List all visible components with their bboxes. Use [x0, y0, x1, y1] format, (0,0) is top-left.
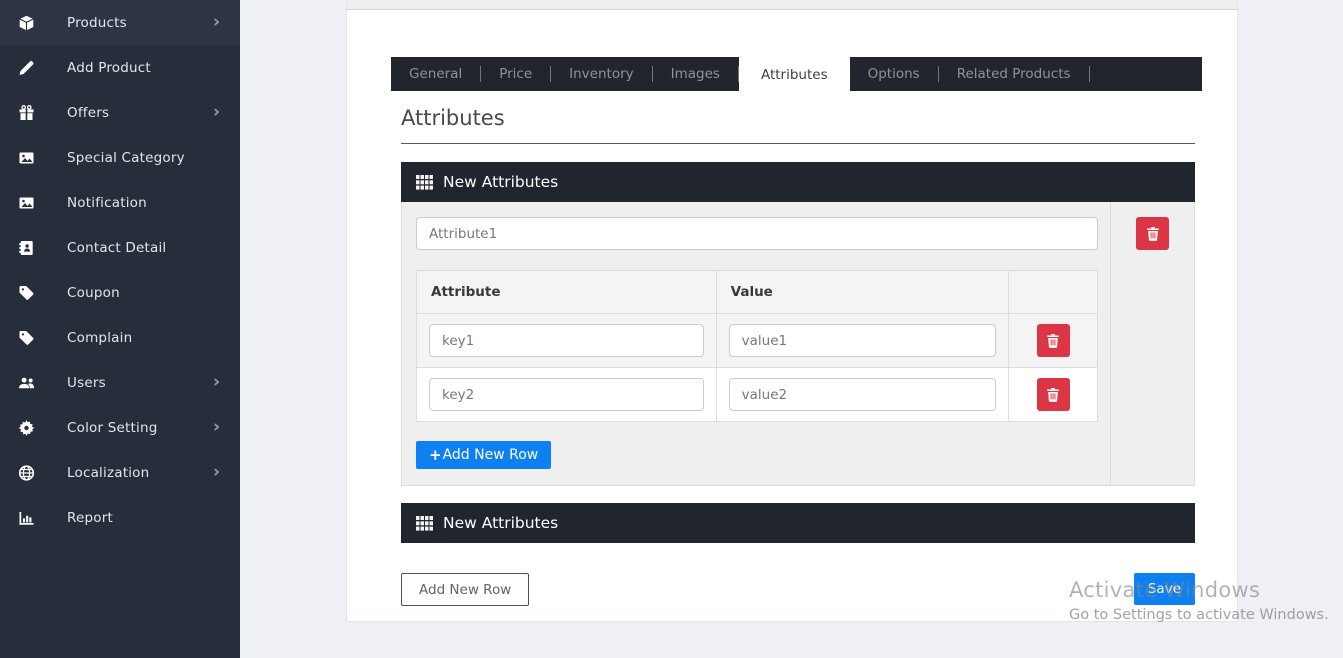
attribute-key-input[interactable] [429, 378, 704, 411]
sidebar-item-notification[interactable]: Notification [0, 180, 240, 225]
table-grid-icon [416, 516, 433, 531]
sidebar-item-coupon[interactable]: Coupon [0, 270, 240, 315]
save-button[interactable]: Save [1134, 573, 1195, 605]
sidebar-item-offers[interactable]: Offers › [0, 90, 240, 135]
sidebar-item-special-category[interactable]: Special Category [0, 135, 240, 180]
title-divider [401, 143, 1195, 144]
delete-row-button[interactable] [1037, 378, 1070, 411]
sidebar-item-label: Complain [67, 330, 132, 346]
action-column-header [1009, 271, 1098, 314]
tab-options[interactable]: Options [850, 57, 938, 91]
footer-actions: Add New Row Save [401, 573, 1195, 606]
chevron-right-icon: › [213, 104, 220, 121]
attribute-column-header: Attribute [417, 271, 717, 314]
trash-icon [1047, 388, 1059, 402]
cube-icon [18, 15, 35, 31]
sidebar-item-label: Products [67, 15, 127, 31]
attribute-row [417, 368, 1098, 422]
panel-header: New Attributes [401, 503, 1195, 543]
attribute-row [417, 314, 1098, 368]
sidebar-item-report[interactable]: Report [0, 495, 240, 540]
sidebar-item-contact-detail[interactable]: Contact Detail [0, 225, 240, 270]
chart-icon [18, 510, 35, 526]
add-new-row-button-inner[interactable]: + Add New Row [416, 441, 551, 469]
card-top-strip [347, 0, 1237, 10]
sidebar: Products › Add Product Offers › Special … [0, 0, 240, 658]
sidebar-item-label: Contact Detail [67, 240, 166, 256]
add-new-row-button-outer[interactable]: Add New Row [401, 573, 529, 606]
image-icon [18, 195, 35, 211]
tab-related-products[interactable]: Related Products [939, 57, 1089, 91]
sidebar-item-color-setting[interactable]: Color Setting › [0, 405, 240, 450]
sidebar-item-label: Localization [67, 465, 149, 481]
new-attributes-panel-1: New Attributes Attribute Value [401, 162, 1195, 486]
attribute-name-input[interactable] [416, 217, 1098, 250]
table-grid-icon [416, 175, 433, 190]
sidebar-item-label: Coupon [67, 285, 120, 301]
sidebar-item-label: Notification [67, 195, 147, 211]
tab-attributes[interactable]: Attributes [739, 57, 850, 97]
panel-header: New Attributes [401, 162, 1195, 202]
sidebar-item-label: Special Category [67, 150, 185, 166]
attribute-value-input[interactable] [729, 324, 997, 357]
gift-icon [18, 105, 35, 121]
panel-side-column [1110, 202, 1194, 485]
attribute-value-input[interactable] [729, 378, 997, 411]
tab-separator [1089, 66, 1090, 82]
sidebar-item-label: Users [67, 375, 106, 391]
sidebar-item-localization[interactable]: Localization › [0, 450, 240, 495]
globe-icon [18, 465, 35, 481]
pen-icon [18, 60, 35, 76]
panel-title: New Attributes [443, 173, 558, 191]
users-icon [18, 375, 35, 391]
attributes-table: Attribute Value [416, 270, 1098, 422]
sidebar-item-label: Offers [67, 105, 109, 121]
address-book-icon [18, 240, 35, 256]
tab-price[interactable]: Price [481, 57, 550, 91]
chevron-right-icon: › [213, 419, 220, 436]
sidebar-item-label: Report [67, 510, 113, 526]
product-tabs: GeneralPriceInventoryImagesAttributesOpt… [391, 57, 1202, 91]
trash-icon [1047, 334, 1059, 348]
chevron-right-icon: › [213, 464, 220, 481]
attribute-key-input[interactable] [429, 324, 704, 357]
value-column-header: Value [716, 271, 1009, 314]
tag-icon [18, 285, 35, 301]
trash-icon [1147, 227, 1159, 241]
table-header-row: Attribute Value [417, 271, 1098, 314]
panel-title: New Attributes [443, 514, 558, 532]
panel-body: Attribute Value [401, 202, 1195, 486]
chevron-right-icon: › [213, 374, 220, 391]
content-card: GeneralPriceInventoryImagesAttributesOpt… [346, 0, 1238, 622]
chevron-right-icon: › [213, 14, 220, 31]
sidebar-item-users[interactable]: Users › [0, 360, 240, 405]
sidebar-item-add-product[interactable]: Add Product [0, 45, 240, 90]
new-attributes-panel-2: New Attributes [401, 503, 1195, 543]
tab-general[interactable]: General [391, 57, 480, 91]
delete-attribute-button[interactable] [1136, 217, 1169, 250]
sidebar-item-label: Add Product [67, 60, 151, 76]
plus-icon: + [429, 446, 442, 464]
image-icon [18, 150, 35, 166]
sidebar-item-products[interactable]: Products › [0, 0, 240, 45]
sidebar-item-complain[interactable]: Complain [0, 315, 240, 360]
page-title: Attributes [401, 106, 1237, 131]
tag-icon [18, 330, 35, 346]
tab-inventory[interactable]: Inventory [551, 57, 651, 91]
gear-icon [18, 420, 35, 436]
tab-images[interactable]: Images [653, 57, 738, 91]
delete-row-button[interactable] [1037, 324, 1070, 357]
sidebar-item-label: Color Setting [67, 420, 157, 436]
